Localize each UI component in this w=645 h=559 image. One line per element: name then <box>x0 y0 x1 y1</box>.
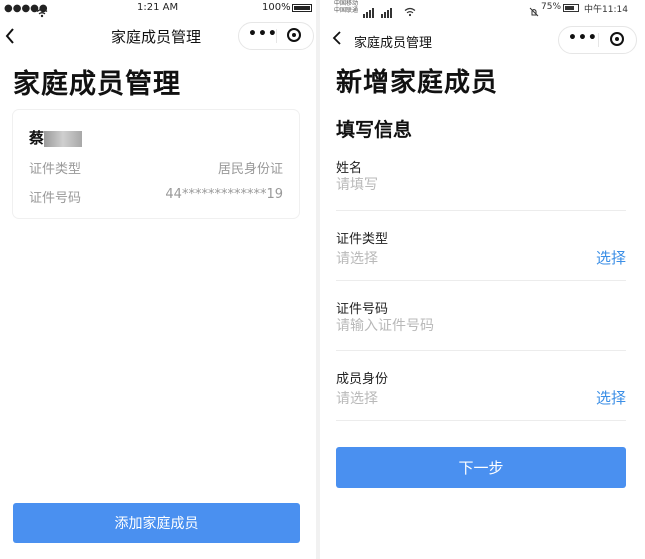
divider <box>336 350 626 351</box>
wifi-icon <box>404 2 416 21</box>
add-member-screen: 中国移动 中国联通 75% 中午11:14 家庭成员管理 ••• 新增家庭成员 … <box>320 0 645 559</box>
divider <box>336 210 626 211</box>
id-type-value: 居民身份证 <box>217 162 283 177</box>
close-target-icon[interactable] <box>287 28 301 42</box>
menu-capsule[interactable]: ••• <box>238 22 314 50</box>
carrier-info: 中国移动 中国联通 <box>334 0 358 14</box>
id-type-label: 证件类型 <box>336 232 389 247</box>
member-card[interactable]: 蔡 证件类型 居民身份证 证件号码 44*************19 <box>13 110 299 218</box>
divider <box>336 280 626 281</box>
status-time: 1:21 AM <box>137 2 179 13</box>
id-number-label: 证件号码 <box>29 191 82 206</box>
back-icon[interactable] <box>332 30 342 46</box>
page-title: 新增家庭成员 <box>336 68 499 98</box>
id-type-choose-link[interactable]: 选择 <box>596 247 626 268</box>
carrier-1: 中国移动 <box>334 0 359 7</box>
carrier-2: 中国联通 <box>334 7 359 14</box>
status-time: 中午11:14 <box>584 5 628 15</box>
id-number-input[interactable] <box>336 318 586 334</box>
menu-capsule[interactable]: ••• <box>558 26 637 54</box>
page-title: 家庭成员管理 <box>13 69 181 100</box>
name-label: 姓名 <box>336 161 363 176</box>
next-button[interactable]: 下一步 <box>336 447 626 488</box>
member-name-text: 蔡 <box>29 129 45 147</box>
member-role-choose-link[interactable]: 选择 <box>596 387 626 408</box>
id-number-label: 证件号码 <box>336 302 389 317</box>
member-name: 蔡 <box>29 127 83 148</box>
more-icon[interactable]: ••• <box>568 30 598 46</box>
member-role-label: 成员身份 <box>336 372 389 387</box>
add-member-button[interactable]: 添加家庭成员 <box>13 503 300 543</box>
wifi-icon <box>36 3 48 22</box>
nav-title: 家庭成员管理 <box>111 28 202 46</box>
member-role-select[interactable]: 请选择 <box>336 388 586 408</box>
name-mask <box>44 130 83 147</box>
id-number-value: 44*************19 <box>165 187 283 202</box>
more-icon[interactable]: ••• <box>248 26 278 42</box>
battery-icon <box>563 4 579 12</box>
battery-percent: 100% <box>262 2 291 13</box>
capsule-divider <box>276 29 277 43</box>
family-members-screen: ●●●●● 1:21 AM 100% 家庭成员管理 ••• 家庭成员管理 蔡 证… <box>0 0 316 559</box>
capsule-divider <box>597 33 599 47</box>
back-icon[interactable] <box>4 27 16 45</box>
name-input[interactable] <box>336 177 586 193</box>
id-type-label: 证件类型 <box>29 162 82 177</box>
mute-icon <box>529 2 539 21</box>
divider <box>336 420 626 421</box>
nav-title: 家庭成员管理 <box>354 36 433 51</box>
cell-signal-icon <box>363 3 399 22</box>
battery-percent: 75% <box>541 2 562 12</box>
battery-icon <box>292 4 312 12</box>
section-title: 填写信息 <box>336 119 413 141</box>
id-type-select[interactable]: 请选择 <box>336 248 586 268</box>
close-target-icon[interactable] <box>610 32 624 46</box>
